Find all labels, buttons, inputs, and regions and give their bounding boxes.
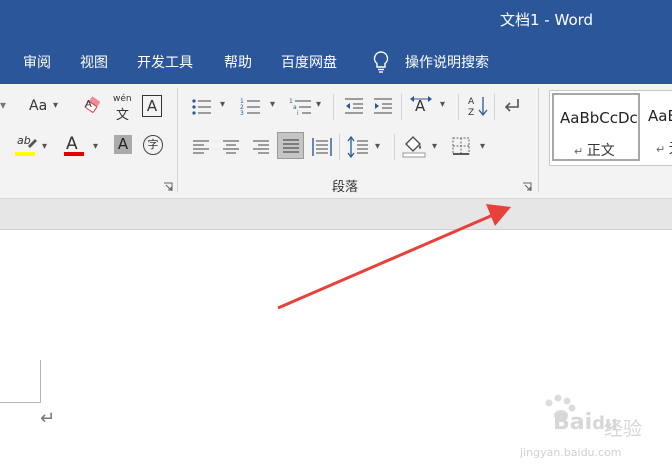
ruler-area: [0, 199, 672, 230]
highlight-color-bar: [15, 152, 35, 156]
svg-text:A: A: [85, 99, 92, 110]
svg-text:Z: Z: [468, 108, 474, 117]
text-direction-icon[interactable]: A: [409, 95, 433, 117]
svg-text:i: i: [297, 110, 299, 117]
style-no-spacing-sample: AaB: [648, 107, 672, 125]
character-shading-button[interactable]: A: [114, 135, 132, 154]
title-bar: 文档1 - Word: [0, 0, 672, 40]
button-separator: [333, 94, 334, 120]
font-dialog-launcher-icon[interactable]: [163, 182, 173, 192]
group-separator: [538, 88, 539, 192]
style-normal-sample: AaBbCcDc: [560, 109, 638, 127]
font-color-button[interactable]: A: [66, 134, 78, 154]
borders-dropdown-icon[interactable]: ▾: [480, 141, 485, 152]
align-right-icon[interactable]: [252, 139, 270, 155]
text-direction-dropdown-icon[interactable]: ▾: [440, 99, 445, 110]
window-title: 文档1 - Word: [500, 11, 594, 29]
decrease-indent-icon[interactable]: [344, 97, 364, 115]
tab-developer[interactable]: 开发工具: [137, 52, 193, 72]
paragraph-mark: ↵: [40, 408, 56, 429]
menu-bar: 审阅 视图 开发工具 帮助 百度网盘 操作说明搜索: [0, 40, 672, 84]
phonetic-guide-button[interactable]: 文: [116, 104, 129, 123]
tell-me-search[interactable]: 操作说明搜索: [405, 52, 489, 72]
change-case-button[interactable]: Aa: [29, 98, 47, 114]
increase-indent-icon[interactable]: [373, 97, 393, 115]
style-no-spacing-name: ↵ 无: [656, 141, 672, 157]
font-dropdown-arrow[interactable]: ▾: [0, 98, 6, 112]
sort-icon[interactable]: AZ: [467, 95, 489, 117]
numbering-dropdown-icon[interactable]: ▾: [270, 99, 275, 110]
margin-corner-horizontal: [0, 402, 41, 403]
ribbon: ▾ Aa ▾ A wén 文 A ab ▾ A ▾ A 字 ▾ 123 ▾ 1a…: [0, 84, 672, 199]
clear-formatting-icon[interactable]: A: [84, 96, 104, 116]
group-separator: [177, 88, 178, 192]
margin-corner-vertical: [40, 360, 41, 402]
style-no-spacing[interactable]: AaB ↵ 无: [644, 93, 672, 161]
enclose-characters-button[interactable]: 字: [143, 135, 163, 155]
numbering-icon[interactable]: 123: [240, 97, 262, 117]
style-normal[interactable]: AaBbCcDc ↵ 正文: [552, 93, 640, 161]
button-separator: [339, 134, 340, 160]
justify-icon: [283, 139, 299, 153]
highlight-pen-icon: [28, 139, 37, 148]
paragraph-group-label: 段落: [332, 180, 359, 195]
lightbulb-icon[interactable]: [372, 50, 390, 74]
justify-button[interactable]: [277, 132, 304, 159]
distributed-icon[interactable]: [312, 137, 332, 157]
line-spacing-dropdown-icon[interactable]: ▾: [375, 141, 380, 152]
button-separator: [494, 94, 495, 120]
button-separator: [401, 94, 402, 120]
show-hide-marks-icon[interactable]: [502, 97, 522, 115]
svg-text:3: 3: [240, 110, 244, 117]
change-case-dropdown-icon[interactable]: ▾: [53, 100, 58, 111]
character-border-button[interactable]: A: [142, 95, 162, 117]
align-left-icon[interactable]: [192, 139, 210, 155]
watermark-text: 经验: [604, 418, 643, 440]
svg-text:A: A: [415, 97, 426, 115]
bullets-dropdown-icon[interactable]: ▾: [220, 99, 225, 110]
shading-dropdown-icon[interactable]: ▾: [432, 141, 437, 152]
shading-bucket-icon[interactable]: [402, 134, 426, 158]
multilevel-list-icon[interactable]: 1ai: [289, 97, 313, 117]
button-separator: [394, 134, 395, 160]
svg-text:A: A: [468, 97, 475, 107]
button-separator: [458, 94, 459, 120]
watermark-url: jingyan.baidu.com: [520, 446, 622, 459]
tab-baidu-netdisk[interactable]: 百度网盘: [281, 52, 337, 72]
tab-review[interactable]: 审阅: [23, 52, 51, 72]
align-center-icon[interactable]: [222, 139, 240, 155]
paragraph-dialog-launcher-icon[interactable]: [522, 182, 532, 192]
borders-icon[interactable]: [452, 137, 470, 155]
styles-gallery: AaBbCcDc ↵ 正文 AaB ↵ 无: [549, 90, 672, 166]
style-normal-name: ↵ 正文: [574, 143, 615, 159]
highlight-dropdown-icon[interactable]: ▾: [42, 141, 47, 152]
line-spacing-icon[interactable]: [347, 136, 369, 158]
multilevel-dropdown-icon[interactable]: ▾: [316, 99, 321, 110]
bullets-icon[interactable]: [191, 98, 213, 116]
tab-view[interactable]: 视图: [80, 52, 108, 72]
phonetic-guide-top[interactable]: wén: [113, 94, 132, 104]
font-color-bar: [64, 152, 84, 156]
tab-help[interactable]: 帮助: [224, 52, 252, 72]
font-color-dropdown-icon[interactable]: ▾: [93, 141, 98, 152]
